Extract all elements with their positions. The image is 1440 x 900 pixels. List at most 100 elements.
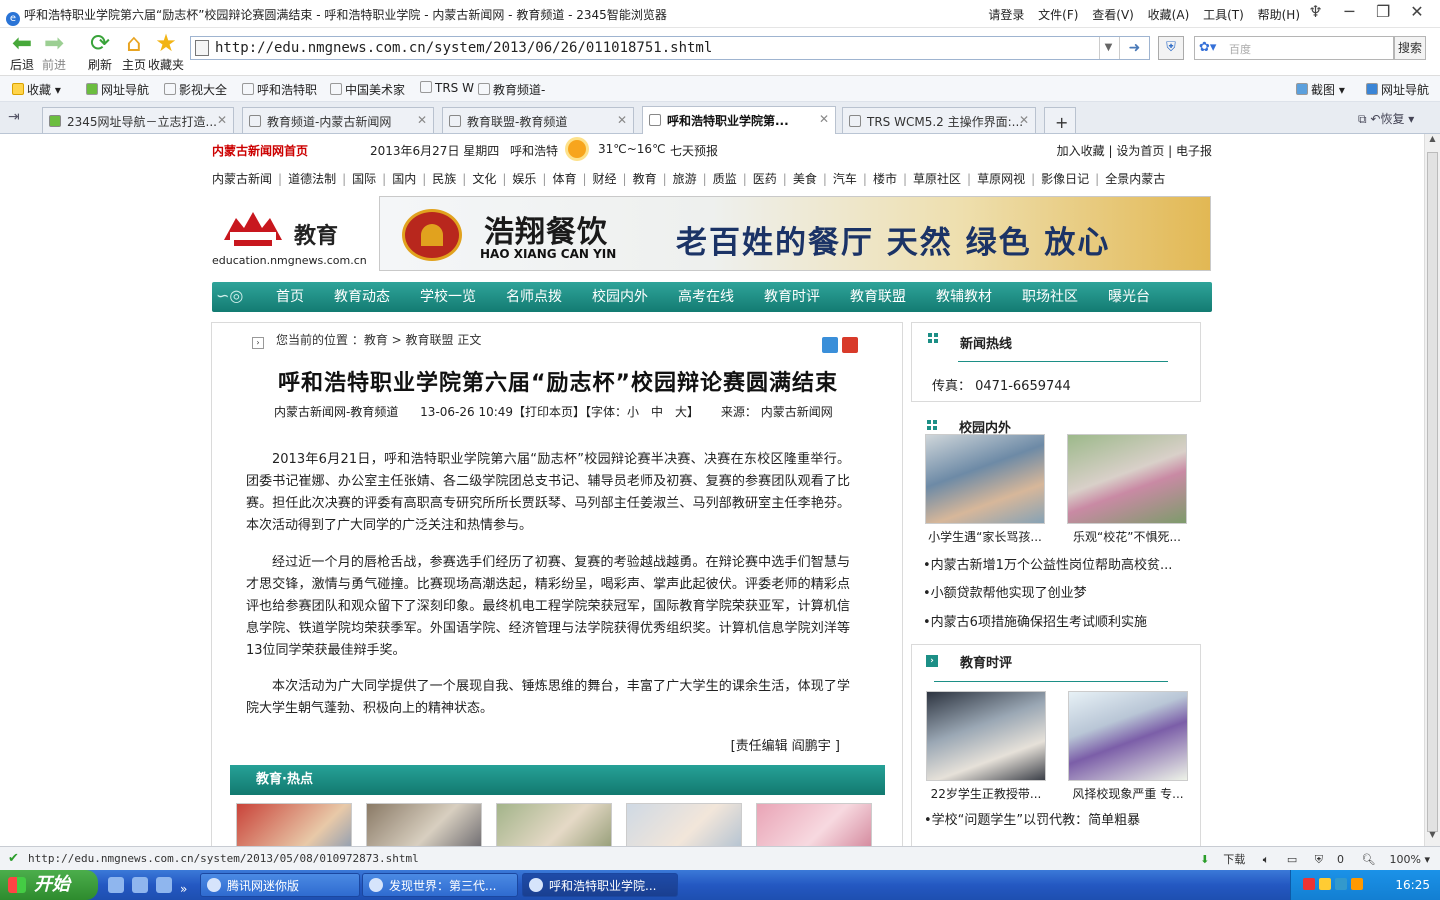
main-nav-item[interactable]: 曝光台 [1108,282,1150,312]
tab-close-icon[interactable]: ✕ [617,113,627,127]
url-nav-button[interactable]: 网址导航 [1366,81,1429,98]
sidebar-toggle-icon[interactable]: ⇥ [8,109,20,125]
hot-thumb[interactable] [496,803,612,846]
tab-close-icon[interactable]: ✕ [819,112,829,126]
commentary-caption-1[interactable]: 22岁学生正教授带... [926,785,1046,802]
menu-favorites[interactable]: 收藏(A) [1148,8,1190,22]
tab-close-icon[interactable]: ✕ [417,113,427,127]
new-tab-button[interactable]: + [1044,107,1076,133]
channel-link[interactable]: 财经 [593,172,617,186]
ad-banner[interactable]: 浩翔餐饮 HAO XIANG CAN YIN 老百姓的餐厅 天然 绿色 放心 [379,196,1211,271]
main-nav-item[interactable]: 校园内外 [592,282,648,312]
tab-edu-channel[interactable]: 教育频道-内蒙古新闻网 ✕ [242,107,434,133]
more-icon[interactable]: » [180,882,187,898]
fav-item[interactable]: TRS W [420,81,474,95]
channel-link[interactable]: 汽车 [833,172,857,186]
channel-link[interactable]: 道德法制 [288,172,336,186]
refresh-button[interactable]: ⟳ 刷新 [86,30,114,73]
commentary-photo-2[interactable] [1068,691,1188,781]
main-nav-item[interactable]: 教育动态 [334,282,390,312]
channel-link[interactable]: 楼市 [873,172,897,186]
menu-file[interactable]: 文件(F) [1038,8,1078,22]
hot-thumb[interactable] [366,803,482,846]
favorites-menu[interactable]: 收藏 ▾ [12,81,61,98]
fav-item[interactable]: 网址导航 [86,81,149,98]
hot-thumb[interactable] [626,803,742,846]
skin-icon[interactable]: ♆ [1301,2,1331,24]
close-icon[interactable]: ✕ [1402,2,1432,24]
quicklaunch-icon[interactable] [132,877,148,893]
channel-link[interactable]: 全景内蒙古 [1105,172,1165,186]
channel-link[interactable]: 草原网视 [977,172,1025,186]
restore-button[interactable]: ⧉ ↶恢复 ▾ [1358,110,1414,127]
tray-icon[interactable] [1335,878,1347,890]
search-input[interactable]: ✿▾ 百度 [1194,36,1394,60]
channel-link[interactable]: 内蒙古新闻 [212,172,272,186]
channel-link[interactable]: 美食 [793,172,817,186]
minimize-icon[interactable]: ─ [1334,2,1364,24]
channel-link[interactable]: 文化 [472,172,496,186]
main-nav-item[interactable]: 职场社区 [1022,282,1078,312]
article-time-tools[interactable]: 13-06-26 10:49【打印本页】【字体：小 中 大】 [420,405,699,419]
screenshot-button[interactable]: 截图 ▾ [1296,81,1345,98]
nmgnews-home-link[interactable]: 内蒙古新闻网首页 [212,142,308,159]
tab-close-icon[interactable]: ✕ [1019,113,1029,127]
go-arrow-icon[interactable]: ➜ [1119,37,1149,59]
tray-icon[interactable] [1351,878,1363,890]
fav-item[interactable]: 教育频道- [478,81,545,98]
tab-trs-wcm[interactable]: TRS WCM5.2 主操作界面:... ✕ [842,107,1036,133]
commentary-photo-1[interactable] [926,691,1046,781]
main-nav-item[interactable]: 教育时评 [764,282,820,312]
back-button[interactable]: ⬅ 后退 [8,30,36,73]
mute-icon[interactable]: 🔈︎ [1263,853,1270,866]
baidu-paw-icon[interactable]: ✿▾ [1199,40,1216,55]
main-nav-item[interactable]: 学校一览 [420,282,476,312]
address-url[interactable]: http://edu.nmgnews.com.cn/system/2013/06… [215,40,712,56]
tray-icon[interactable] [1319,878,1331,890]
tab-2345-nav[interactable]: 2345网址导航－立志打造... ✕ [42,107,234,133]
search-button[interactable]: 搜索 [1394,36,1426,60]
campus-photo-2[interactable] [1067,434,1187,524]
share-qq-icon[interactable] [822,337,838,353]
taskbar-app-active[interactable]: 呼和浩特职业学院... [522,873,678,897]
tray-icon[interactable] [1303,878,1315,890]
forward-button[interactable]: ➡ 前进 [40,30,68,73]
favorites-button[interactable]: ★ 收藏夹 [148,30,184,73]
edu-logo[interactable]: 教育 education.nmgnews.com.cn [212,204,378,268]
menu-help[interactable]: 帮助(H) [1258,8,1300,22]
window-icon[interactable]: ▭ [1287,853,1297,866]
start-button[interactable]: 开始 [0,870,98,900]
channel-link[interactable]: 国际 [352,172,376,186]
share-weibo-icon[interactable] [842,337,858,353]
channel-link[interactable]: 质监 [713,172,737,186]
channel-link[interactable]: 娱乐 [512,172,536,186]
main-nav-item[interactable]: 教辅教材 [936,282,992,312]
login-link[interactable]: 请登录 [988,8,1024,22]
commentary-caption-2[interactable]: 风择校现象严重 专... [1068,785,1188,802]
commentary-news-item[interactable]: •学校“问题学生”以罚代教：简单粗暴 [924,809,1192,828]
security-shield-icon[interactable]: ⛨ [1158,36,1184,60]
channel-link[interactable]: 旅游 [673,172,697,186]
channel-link[interactable]: 国内 [392,172,416,186]
channel-link[interactable]: 草原社区 [913,172,961,186]
home-button[interactable]: ⌂ 主页 [120,30,148,73]
forecast-link[interactable]: 七天预报 [670,142,718,159]
campus-news-item[interactable]: •内蒙古6项措施确保招生考试顺利实施 [923,611,1191,630]
quicklaunch-icon[interactable] [108,877,124,893]
scroll-thumb[interactable] [1427,152,1438,832]
address-dropdown-icon[interactable]: ▼ [1099,37,1117,59]
campus-photo-1[interactable] [925,434,1045,524]
main-nav-item[interactable]: 教育联盟 [850,282,906,312]
channel-link[interactable]: 医药 [753,172,777,186]
campus-news-item[interactable]: •内蒙古新增1万个公益性岗位帮助高校贫... [923,554,1191,573]
main-nav-item[interactable]: 首页 [276,282,304,312]
hot-thumb[interactable] [756,803,872,846]
tab-current-article[interactable]: 呼和浩特职业学院第... ✕ [642,106,836,134]
menu-view[interactable]: 查看(V) [1092,8,1134,22]
channel-link[interactable]: 民族 [432,172,456,186]
vertical-scrollbar[interactable]: ▲ ▼ [1424,134,1440,846]
fav-item[interactable]: 中国美术家 [330,81,405,98]
taskbar-app[interactable]: 发现世界：第三代... [362,873,518,897]
security-count[interactable]: ⛨ 0 [1315,853,1344,866]
fav-item[interactable]: 影视大全 [164,81,227,98]
